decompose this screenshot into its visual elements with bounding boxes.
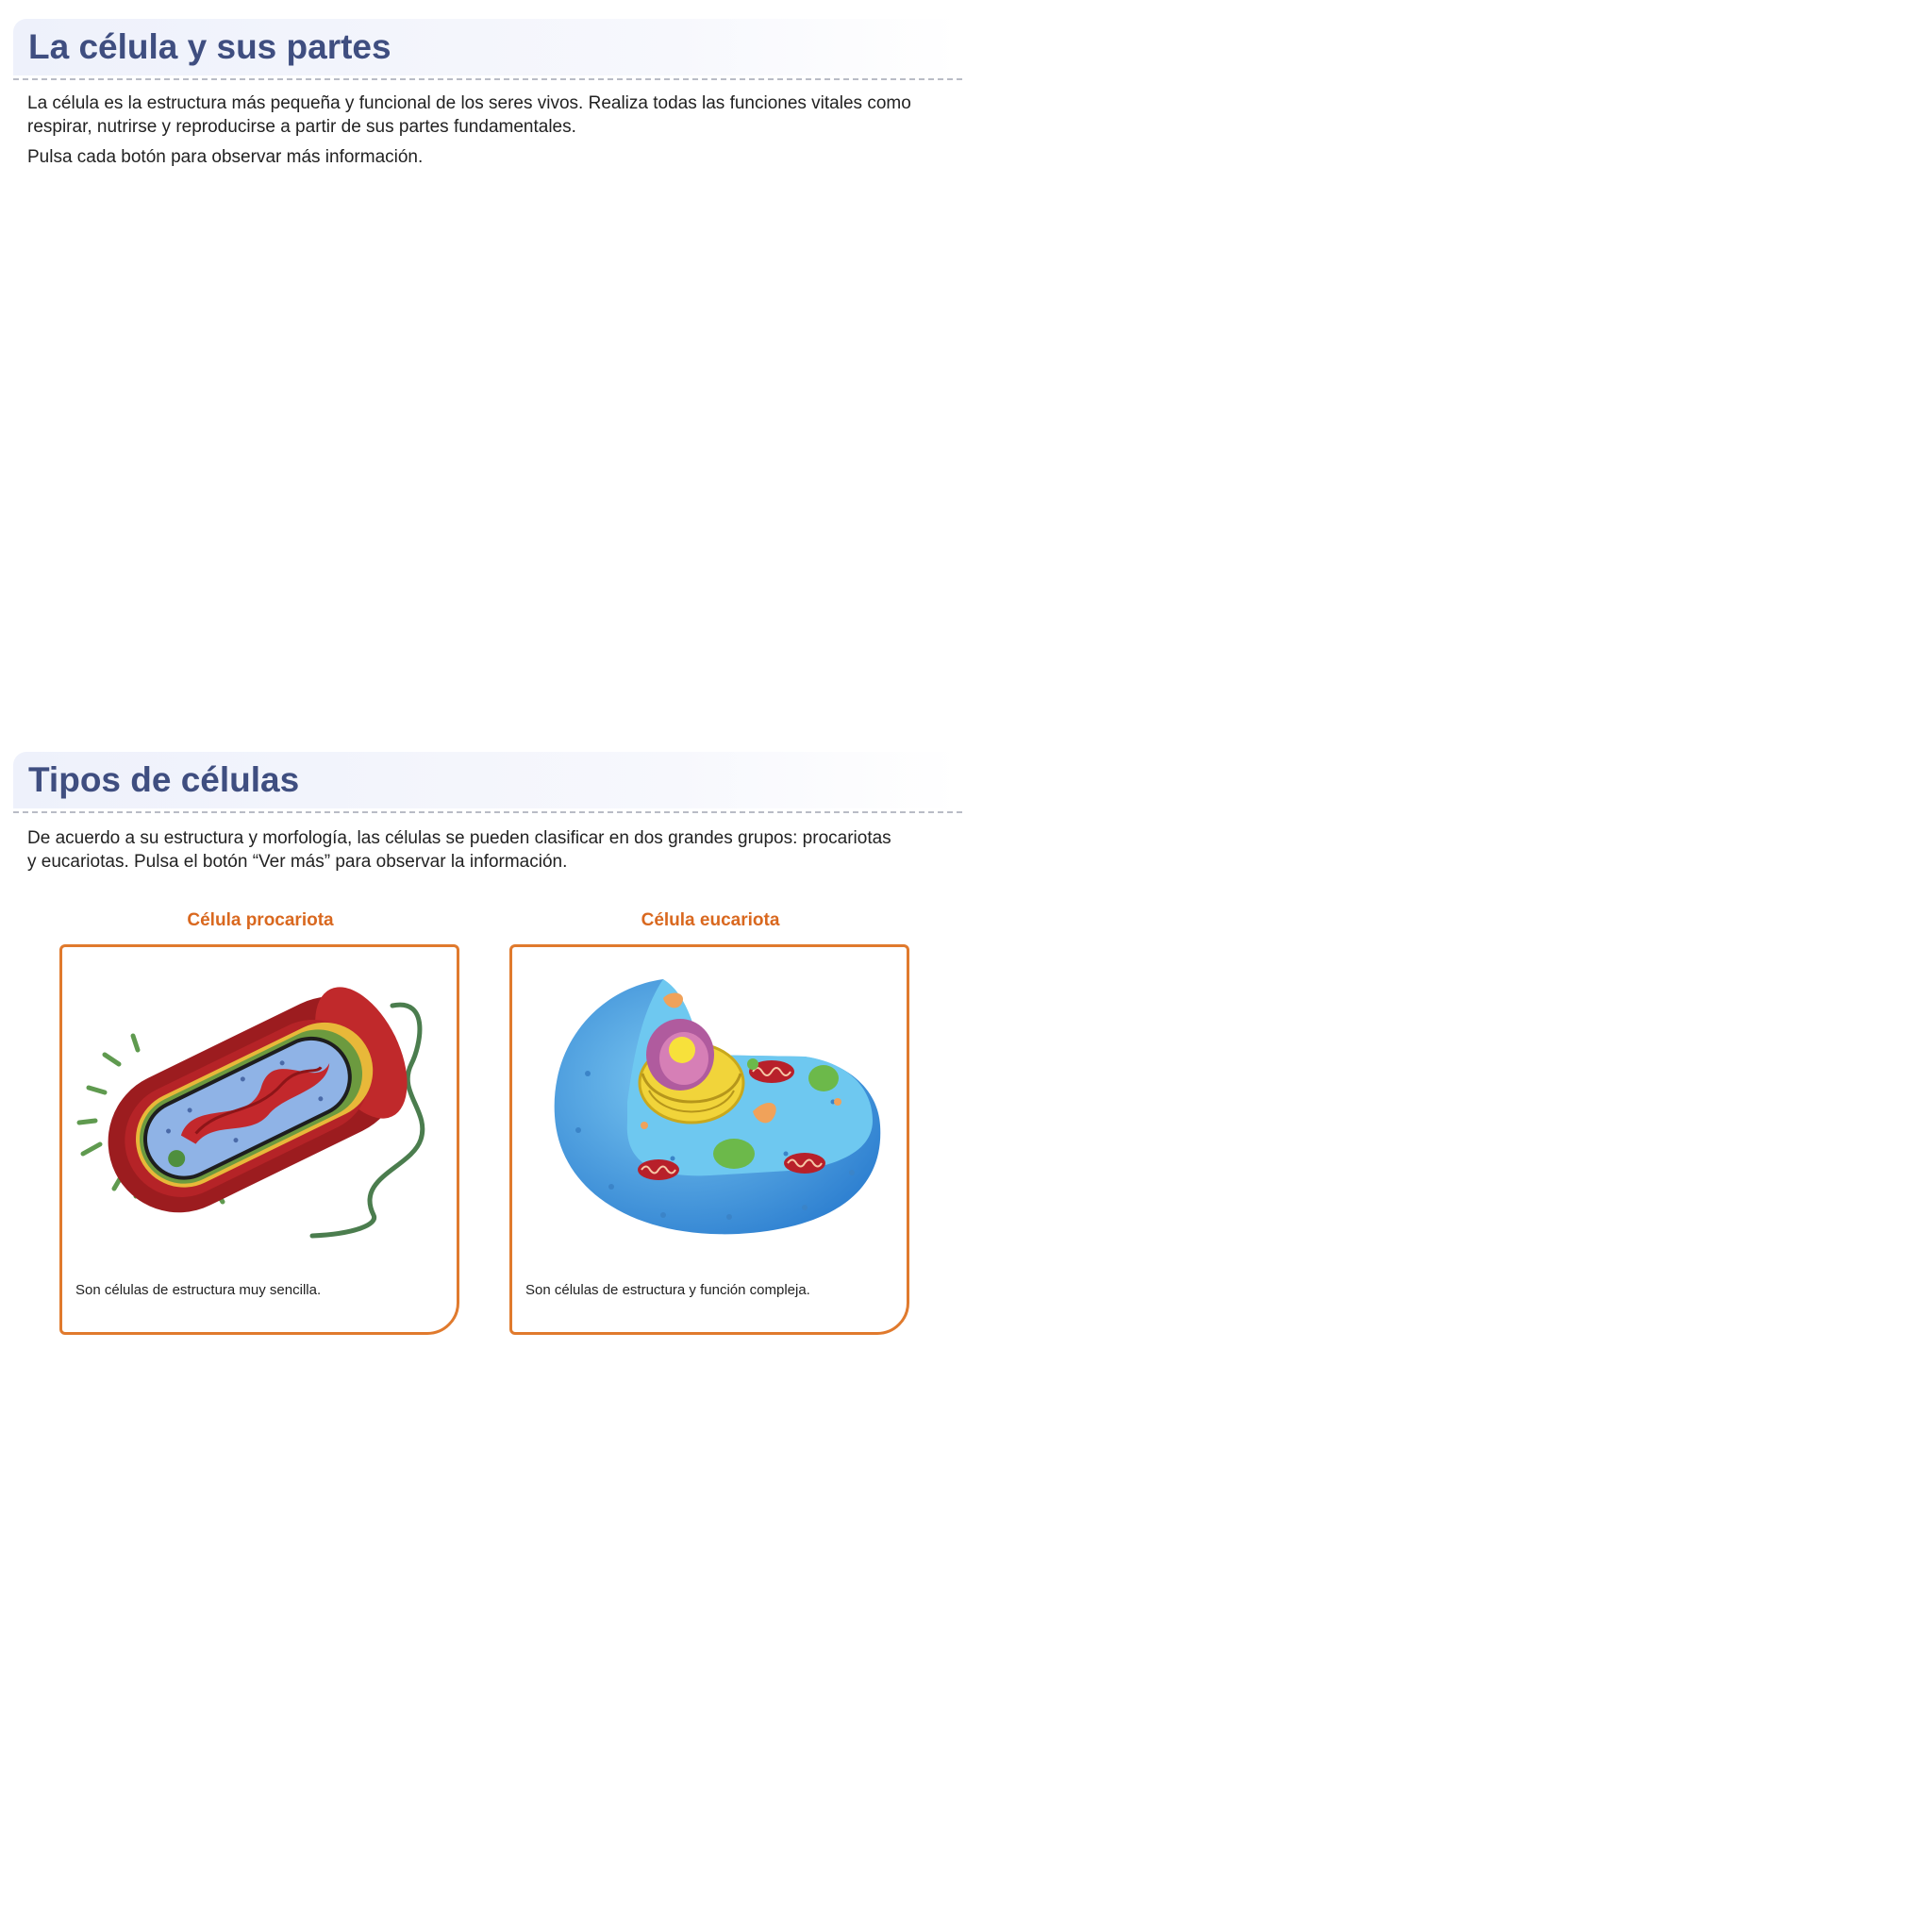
card-description-prokaryote: Son células de estructura muy sencilla. xyxy=(75,1282,322,1298)
cell-types-paragraph: De acuerdo a su estructura y morfología,… xyxy=(27,826,961,874)
section-header-cell-types: Tipos de células xyxy=(13,752,960,808)
intro-paragraph-line-2: respirar, nutrirse y reproducirse a part… xyxy=(27,117,576,137)
card-eukaryote[interactable]: Son células de estructura y función comp… xyxy=(509,944,909,1335)
eukaryotic-cell-illustration xyxy=(554,979,881,1235)
page: La célula y sus partes La célula es la e… xyxy=(0,0,1932,1932)
card-title-eukaryote: Célula eucariota xyxy=(641,910,780,930)
cell-types-paragraph-line-2: y eucariotas. Pulsa el botón “Ver más” p… xyxy=(27,852,568,872)
cell-types-paragraph-line-1: De acuerdo a su estructura y morfología,… xyxy=(27,828,891,848)
section-divider xyxy=(13,811,962,813)
card-description-eukaryote: Son células de estructura y función comp… xyxy=(525,1282,810,1298)
section-divider xyxy=(13,78,962,80)
section-title-cell-parts: La célula y sus partes xyxy=(28,27,391,66)
card-title-prokaryote: Célula procariota xyxy=(187,910,334,930)
intro-paragraph: La célula es la estructura más pequeña y… xyxy=(27,92,961,139)
section-title-cell-types: Tipos de células xyxy=(28,760,300,799)
prokaryotic-cell-illustration xyxy=(76,987,425,1239)
section-header-cell-parts: La célula y sus partes xyxy=(13,19,960,75)
card-prokaryote[interactable]: Son células de estructura muy sencilla. xyxy=(59,944,459,1335)
intro-paragraph-line-1: La célula es la estructura más pequeña y… xyxy=(27,93,911,113)
instruction-paragraph: Pulsa cada botón para observar más infor… xyxy=(27,147,424,167)
